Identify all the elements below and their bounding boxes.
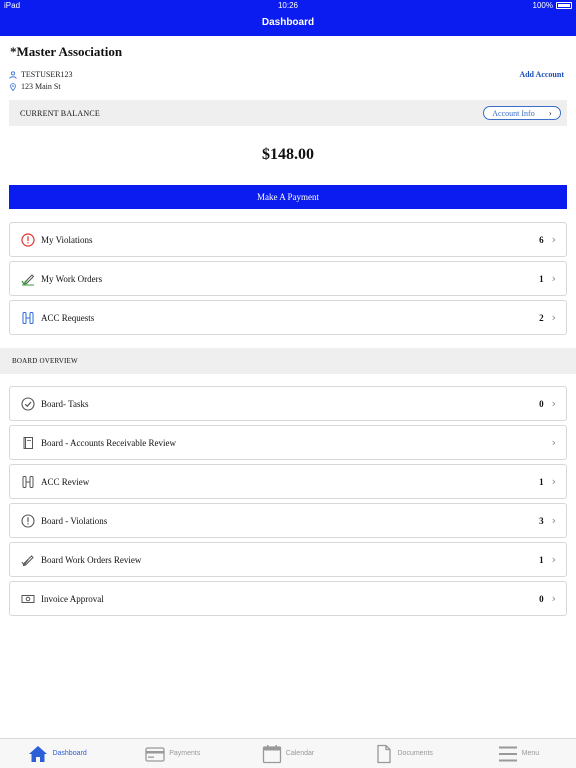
row-label: Board- Tasks xyxy=(41,398,89,409)
row-count: 6 xyxy=(539,234,544,245)
row-count: 1 xyxy=(539,273,544,284)
pencil-check-icon xyxy=(21,272,35,286)
acc-review-row[interactable]: ACC Review 1 › xyxy=(9,464,567,499)
board-tasks-row[interactable]: Board- Tasks 0 › xyxy=(9,386,567,421)
row-label: Board - Accounts Receivable Review xyxy=(41,437,176,448)
row-label: Board Work Orders Review xyxy=(41,554,142,565)
add-account-link[interactable]: Add Account xyxy=(519,70,564,79)
tab-menu[interactable]: Menu xyxy=(461,739,576,768)
location-pin-icon xyxy=(10,82,16,91)
address-row: 123 Main St xyxy=(9,82,61,91)
document-icon xyxy=(376,744,391,763)
board-work-orders-review-row[interactable]: Board Work Orders Review 1 › xyxy=(9,542,567,577)
check-circle-icon xyxy=(21,396,35,411)
book-icon xyxy=(21,436,35,450)
tab-label: Dashboard xyxy=(52,750,87,757)
row-count: 1 xyxy=(539,476,544,487)
board-violations-row[interactable]: Board - Violations 3 › xyxy=(9,503,567,538)
page-title: Dashboard xyxy=(261,17,315,28)
status-time: 10:26 xyxy=(277,1,299,10)
username: TESTUSER123 xyxy=(21,70,73,79)
account-info-button[interactable]: Account Info › xyxy=(483,106,561,120)
board-overview-header: BOARD OVERVIEW xyxy=(0,348,576,374)
alert-circle-icon xyxy=(21,232,35,247)
user-icon xyxy=(9,70,17,79)
battery-icon xyxy=(556,2,572,9)
chevron-right-icon: › xyxy=(551,436,556,449)
account-info-label: Account Info xyxy=(492,108,535,118)
chevron-right-icon: › xyxy=(551,311,556,324)
row-count: 1 xyxy=(539,554,544,565)
current-balance-label: CURRENT BALANCE xyxy=(20,108,100,118)
top-bar: iPad 10:26 100% Dashboard xyxy=(0,0,576,36)
tab-label: Calendar xyxy=(285,750,315,757)
username-row: TESTUSER123 xyxy=(9,70,73,79)
address: 123 Main St xyxy=(21,82,61,91)
money-icon xyxy=(21,592,35,606)
row-label: My Violations xyxy=(41,234,93,245)
invoice-approval-row[interactable]: Invoice Approval 0 › xyxy=(9,581,567,616)
tab-dashboard[interactable]: Dashboard xyxy=(0,739,115,768)
row-count: 3 xyxy=(539,515,544,526)
chevron-right-icon: › xyxy=(551,514,556,527)
home-icon xyxy=(29,745,48,762)
chevron-right-icon: › xyxy=(548,108,552,118)
menu-icon xyxy=(498,746,517,761)
row-label: Invoice Approval xyxy=(41,593,104,604)
tab-label: Menu xyxy=(521,750,540,757)
chevron-right-icon: › xyxy=(551,397,556,410)
board-ar-review-row[interactable]: Board - Accounts Receivable Review › xyxy=(9,425,567,460)
row-label: ACC Review xyxy=(41,476,90,487)
make-payment-button[interactable]: Make A Payment xyxy=(9,185,567,209)
battery-percent: 100% xyxy=(532,1,553,10)
status-battery: 100% xyxy=(533,1,572,10)
my-violations-row[interactable]: My Violations 6 › xyxy=(9,222,567,257)
chevron-right-icon: › xyxy=(551,592,556,605)
acc-columns-icon xyxy=(21,475,35,489)
alert-circle-icon xyxy=(21,513,35,528)
tab-label: Documents xyxy=(397,750,433,757)
balance-amount: $148.00 xyxy=(262,146,314,163)
row-count: 0 xyxy=(539,398,544,409)
row-count: 2 xyxy=(539,312,544,323)
tab-bar: Dashboard Payments Calendar Documents Me… xyxy=(0,738,576,768)
pencil-icon xyxy=(21,553,35,567)
credit-card-icon xyxy=(145,746,165,762)
chevron-right-icon: › xyxy=(551,233,556,246)
tab-calendar[interactable]: Calendar xyxy=(230,739,345,768)
tab-documents[interactable]: Documents xyxy=(346,739,461,768)
row-label: Board - Violations xyxy=(41,515,108,526)
row-count: 0 xyxy=(539,593,544,604)
row-label: ACC Requests xyxy=(41,312,95,323)
tab-label: Payments xyxy=(169,750,201,757)
acc-requests-row[interactable]: ACC Requests 2 › xyxy=(9,300,567,335)
chevron-right-icon: › xyxy=(551,272,556,285)
chevron-right-icon: › xyxy=(551,553,556,566)
association-name: *Master Association xyxy=(10,44,123,59)
chevron-right-icon: › xyxy=(551,475,556,488)
calendar-icon xyxy=(262,744,281,763)
balance-bar: CURRENT BALANCE Account Info › xyxy=(9,100,567,126)
my-work-orders-row[interactable]: My Work Orders 1 › xyxy=(9,261,567,296)
tab-payments[interactable]: Payments xyxy=(115,739,230,768)
row-label: My Work Orders xyxy=(41,273,103,284)
acc-columns-icon xyxy=(21,311,35,325)
